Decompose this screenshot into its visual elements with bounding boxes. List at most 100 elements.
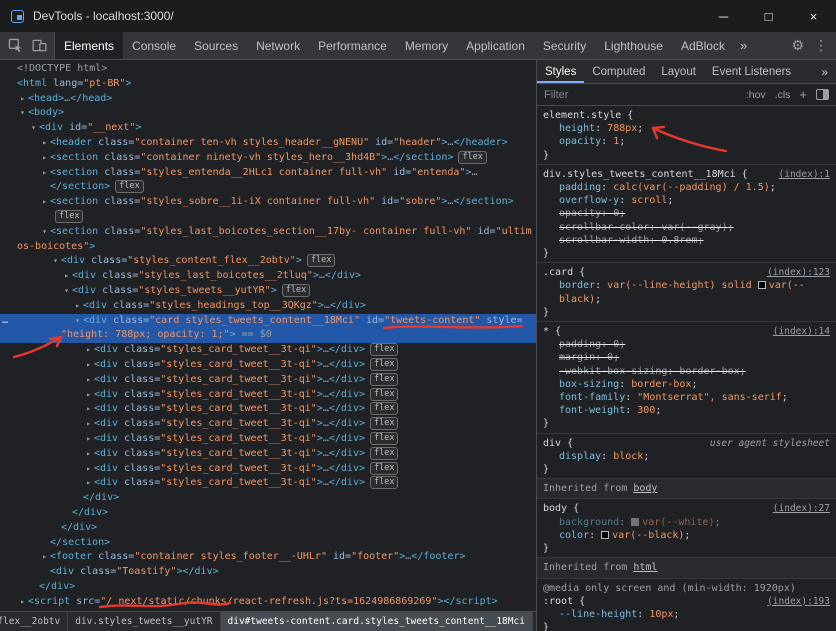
css-property[interactable]: padding: calc(var(--padding) / 1.5);: [543, 181, 830, 194]
dom-tree-line[interactable]: ▾ <body>: [0, 106, 536, 121]
css-property[interactable]: background: var(--white);: [543, 516, 830, 529]
minimize-button[interactable]: ─: [701, 0, 746, 32]
kebab-menu-icon[interactable]: ⋮: [814, 37, 828, 54]
css-property[interactable]: scrollbar-color: var(--gray);: [543, 221, 830, 234]
styles-filter-input[interactable]: [544, 88, 746, 101]
tab-sources[interactable]: Sources: [185, 32, 247, 59]
dom-tree-line[interactable]: ▸ <section class="styles_entenda__2HLc1 c…: [0, 166, 536, 181]
collapse-arrow-icon[interactable]: ▾: [39, 225, 50, 240]
css-property[interactable]: box-sizing: border-box;: [543, 378, 830, 391]
flex-badge[interactable]: flex: [306, 254, 336, 268]
dom-tree-line[interactable]: ▸ <head>…</head>: [0, 92, 536, 107]
expand-arrow-icon[interactable]: ▸: [39, 151, 50, 166]
flex-badge[interactable]: flex: [369, 417, 399, 431]
dom-tree-line[interactable]: </div>: [0, 580, 536, 595]
sidebar-tab-computed[interactable]: Computed: [584, 60, 653, 83]
close-button[interactable]: ×: [791, 0, 836, 32]
color-swatch[interactable]: [757, 281, 766, 290]
dom-tree-line[interactable]: </div>: [0, 506, 536, 521]
expand-arrow-icon[interactable]: ▸: [83, 417, 94, 432]
flex-badge[interactable]: flex: [458, 150, 487, 164]
expand-arrow-icon[interactable]: ▸: [39, 550, 50, 565]
css-property[interactable]: display: block;: [543, 450, 830, 463]
css-property[interactable]: margin: 0;: [543, 351, 830, 364]
css-property[interactable]: color: var(--black);: [543, 529, 830, 542]
css-property[interactable]: font-family: "Montserrat", sans-serif;: [543, 391, 830, 404]
dom-tree-line[interactable]: ▸ <div class="styles_card_tweet__3t-qi">……: [0, 343, 536, 358]
toggle-computed-sidebar-icon[interactable]: [816, 89, 829, 100]
expand-arrow-icon[interactable]: ▸: [39, 136, 50, 151]
dom-tree-line[interactable]: <div class="Toastify"></div>: [0, 565, 536, 580]
collapse-arrow-icon[interactable]: ▾: [50, 254, 61, 269]
flex-badge[interactable]: flex: [369, 372, 399, 386]
expand-arrow-icon[interactable]: ▸: [83, 432, 94, 447]
dom-tree-line[interactable]: </div>: [0, 491, 536, 506]
rule-source-link[interactable]: (index):193: [767, 595, 830, 608]
dom-tree-line[interactable]: … ▾ <div class="card styles_tweets_content…: [0, 313, 536, 329]
dom-tree-line[interactable]: <!DOCTYPE html>: [0, 62, 536, 77]
breadcrumb-item[interactable]: ntent_flex__2obtv: [0, 612, 69, 631]
more-panels-icon[interactable]: »: [734, 32, 753, 59]
flex-badge[interactable]: flex: [369, 476, 399, 490]
dom-tree-line[interactable]: </div>: [0, 521, 536, 536]
flex-badge[interactable]: flex: [369, 357, 399, 371]
dom-tree-line[interactable]: </section> flex: [0, 180, 536, 195]
dom-tree-line[interactable]: <html lang="pt-BR">: [0, 77, 536, 92]
dom-tree-line[interactable]: ▸ <div class="styles_card_tweet__3t-qi">……: [0, 387, 536, 403]
stylesheet-link[interactable]: html: [633, 562, 657, 573]
dom-tree-line[interactable]: "height: 788px; opacity: 1;"> == $0: [0, 328, 536, 344]
expand-arrow-icon[interactable]: ▸: [17, 595, 28, 610]
inspect-element-icon[interactable]: [3, 34, 27, 58]
toggle-hover-state-button[interactable]: :hov: [746, 89, 766, 101]
css-property[interactable]: opacity: 1;: [543, 135, 830, 148]
css-property[interactable]: border: var(--line-height) solid var(--b…: [543, 279, 830, 305]
expand-arrow-icon[interactable]: ▸: [83, 358, 94, 373]
dom-tree-line[interactable]: ▸ <div class="styles_card_tweet__3t-qi">……: [0, 402, 536, 417]
collapse-arrow-icon[interactable]: ▾: [17, 106, 28, 121]
dom-tree-line[interactable]: ▾ <div class="styles_content_flex__2obtv"…: [0, 254, 536, 269]
dom-tree-line[interactable]: ▸ <div class="styles_card_tweet__3t-qi">……: [0, 431, 536, 447]
expand-arrow-icon[interactable]: ▸: [17, 92, 28, 107]
sidebar-tab-styles[interactable]: Styles: [537, 60, 584, 83]
settings-gear-icon[interactable]: ⚙: [791, 37, 804, 54]
css-property[interactable]: opacity: 0;: [543, 207, 830, 220]
flex-badge[interactable]: flex: [281, 283, 311, 297]
new-style-rule-button[interactable]: +: [799, 87, 807, 102]
maximize-button[interactable]: □: [746, 0, 791, 32]
flex-badge[interactable]: flex: [369, 446, 399, 460]
expand-arrow-icon[interactable]: ▸: [61, 269, 72, 284]
css-property[interactable]: overflow-y: scroll;: [543, 194, 830, 207]
tab-elements[interactable]: Elements: [55, 32, 124, 59]
tab-adblock[interactable]: AdBlock: [672, 32, 734, 59]
dom-tree-line[interactable]: ▸ <section class="container ninety-vh sty…: [0, 150, 536, 166]
rule-source-link[interactable]: (index):27: [773, 502, 830, 515]
dom-tree-line[interactable]: flex: [0, 209, 536, 225]
tab-console[interactable]: Console: [123, 32, 185, 59]
rule-source-link[interactable]: (index):1: [779, 168, 830, 181]
tab-network[interactable]: Network: [247, 32, 309, 59]
expand-arrow-icon[interactable]: ▸: [83, 373, 94, 388]
collapse-arrow-icon[interactable]: ▾: [61, 284, 72, 299]
expand-arrow-icon[interactable]: ▸: [72, 299, 83, 314]
toggle-classes-button[interactable]: .cls: [775, 89, 791, 101]
breadcrumb-item[interactable]: div#tweets-content.card.styles_tweets_co…: [220, 612, 533, 631]
expand-arrow-icon[interactable]: ▸: [83, 343, 94, 358]
dom-tree-line[interactable]: ▸ <div class="styles_card_tweet__3t-qi">……: [0, 417, 536, 432]
tab-lighthouse[interactable]: Lighthouse: [595, 32, 672, 59]
dom-tree-line[interactable]: ▸ <footer class="container styles_footer_…: [0, 550, 536, 565]
color-swatch[interactable]: [631, 517, 640, 526]
expand-arrow-icon[interactable]: ▸: [83, 402, 94, 417]
flex-badge[interactable]: flex: [115, 180, 144, 194]
flex-badge[interactable]: flex: [369, 343, 399, 357]
dom-tree-line[interactable]: ▸ <div class="styles_card_tweet__3t-qi">……: [0, 357, 536, 373]
dom-tree-line[interactable]: ▾ <div class="styles_tweets__yutYR"> flex: [0, 283, 536, 299]
expand-arrow-icon[interactable]: ▸: [39, 166, 50, 181]
expand-arrow-icon[interactable]: ▸: [83, 388, 94, 403]
dom-tree-line[interactable]: </section>: [0, 536, 536, 551]
dom-tree-line[interactable]: ▸ <div class="styles_headings_top__3QKgz"…: [0, 299, 536, 314]
dom-tree-line[interactable]: ▸ <header class="container ten-vh styles_…: [0, 136, 536, 151]
tab-application[interactable]: Application: [457, 32, 534, 59]
breadcrumb-item[interactable]: div.styles_tweets__yutYR: [68, 612, 221, 631]
sidebar-tab-layout[interactable]: Layout: [653, 60, 704, 83]
more-actions-dots[interactable]: …: [2, 314, 8, 329]
